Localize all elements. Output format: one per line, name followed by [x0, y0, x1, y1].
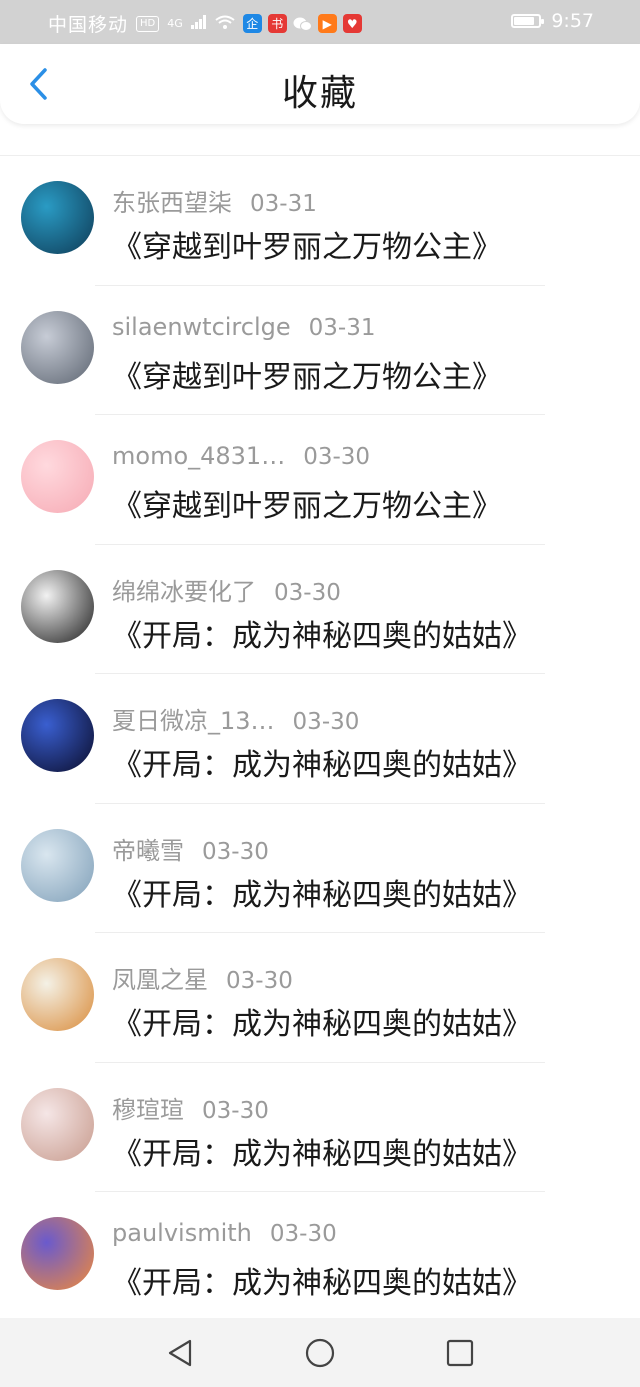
- list-item[interactable]: paulvismith 03-30 《开局：成为神秘四奥的姑姑》: [0, 1192, 640, 1322]
- heart-app-icon: ♥: [342, 14, 362, 33]
- item-meta: 穆瑄瑄 03-30: [112, 1090, 269, 1125]
- network-label: 4G: [167, 17, 183, 30]
- username[interactable]: 帝曦雪: [112, 831, 184, 866]
- status-left: 中国移动 HD 4G 企书 ▶ ♥: [48, 10, 362, 37]
- date: 03-30: [226, 968, 293, 994]
- date: 03-31: [308, 314, 376, 341]
- item-meta: silaenwtcirclge 03-31: [112, 313, 375, 341]
- square-recents-icon: [446, 1339, 474, 1366]
- carrier-label: 中国移动: [48, 14, 129, 36]
- username[interactable]: silaenwtcirclge: [112, 313, 291, 341]
- username[interactable]: 凤凰之星: [112, 960, 208, 995]
- date: 03-30: [274, 579, 341, 606]
- battery-icon: [511, 14, 545, 28]
- signal-icon: [190, 14, 207, 33]
- item-meta: 帝曦雪 03-30: [112, 831, 269, 866]
- username[interactable]: 绵绵冰要化了: [112, 572, 256, 607]
- book-icon: 书: [267, 14, 287, 33]
- date: 03-30: [303, 444, 371, 470]
- avatar[interactable]: [21, 958, 94, 1031]
- book-title[interactable]: 《穿越到叶罗丽之万物公主》: [112, 481, 502, 525]
- list-item[interactable]: 夏日微凉_13… 03-30 《开局：成为神秘四奥的姑姑》: [0, 674, 640, 804]
- item-meta: 夏日微凉_13… 03-30: [112, 701, 359, 736]
- avatar[interactable]: [21, 1087, 94, 1161]
- avatar[interactable]: [21, 181, 94, 254]
- book-title[interactable]: 《开局：成为神秘四奥的姑姑》: [112, 1129, 532, 1173]
- username[interactable]: 夏日微凉_13…: [112, 701, 275, 736]
- date: 03-30: [202, 838, 269, 865]
- system-nav-bar: [0, 1318, 640, 1387]
- video-icon: ▶: [317, 14, 337, 33]
- hd-badge: HD: [136, 15, 160, 32]
- username[interactable]: 东张西望柒: [112, 183, 232, 218]
- notification-app-icons: 企书 ▶ ♥: [242, 14, 362, 33]
- date: 03-31: [250, 191, 317, 217]
- list-item[interactable]: 穆瑄瑄 03-30 《开局：成为神秘四奥的姑姑》: [0, 1063, 640, 1192]
- favorites-list: 东张西望柒 03-31 《穿越到叶罗丽之万物公主》 silaenwtcirclg…: [0, 156, 640, 1322]
- book-title[interactable]: 《开局：成为神秘四奥的姑姑》: [112, 740, 532, 784]
- avatar[interactable]: [21, 699, 94, 772]
- avatar[interactable]: [21, 569, 94, 643]
- book-title[interactable]: 《穿越到叶罗丽之万物公主》: [112, 352, 502, 396]
- status-right: 9:57: [511, 10, 594, 32]
- list-item[interactable]: 凤凰之星 03-30 《开局：成为神秘四奥的姑姑》: [0, 933, 640, 1063]
- book-title[interactable]: 《开局：成为神秘四奥的姑姑》: [112, 1258, 532, 1302]
- item-meta: paulvismith 03-30: [112, 1219, 337, 1247]
- list-item[interactable]: momo_4831… 03-30 《穿越到叶罗丽之万物公主》: [0, 415, 640, 545]
- date: 03-30: [269, 1221, 337, 1247]
- book-title[interactable]: 《开局：成为神秘四奥的姑姑》: [112, 611, 532, 655]
- username[interactable]: paulvismith: [112, 1219, 252, 1247]
- username[interactable]: 穆瑄瑄: [112, 1090, 184, 1125]
- nav-home-button[interactable]: [300, 1333, 340, 1373]
- username[interactable]: momo_4831…: [112, 442, 285, 470]
- triangle-back-icon: [168, 1339, 192, 1366]
- nav-back-button[interactable]: [160, 1333, 200, 1373]
- avatar[interactable]: [21, 440, 94, 513]
- circle-home-icon: [305, 1338, 335, 1367]
- list-item[interactable]: 绵绵冰要化了 03-30 《开局：成为神秘四奥的姑姑》: [0, 545, 640, 674]
- item-meta: 凤凰之星 03-30: [112, 960, 293, 995]
- list-item[interactable]: 东张西望柒 03-31 《穿越到叶罗丽之万物公主》: [0, 156, 640, 286]
- header: 收藏: [0, 44, 640, 124]
- book-title[interactable]: 《开局：成为神秘四奥的姑姑》: [112, 870, 532, 914]
- avatar[interactable]: [21, 310, 94, 384]
- list-item[interactable]: silaenwtcirclge 03-31 《穿越到叶罗丽之万物公主》: [0, 286, 640, 415]
- nav-recents-button[interactable]: [440, 1333, 480, 1373]
- date: 03-30: [292, 709, 360, 735]
- wifi-icon: [215, 14, 235, 33]
- clock: 9:57: [551, 10, 594, 32]
- wechat-icon: [293, 14, 312, 33]
- item-meta: 东张西望柒 03-31: [112, 183, 317, 218]
- page-title: 收藏: [281, 73, 358, 114]
- item-meta: 绵绵冰要化了 03-30: [112, 572, 341, 607]
- qq-icon: 企: [242, 14, 262, 33]
- status-bar: 中国移动 HD 4G 企书 ▶ ♥ 9:57: [0, 0, 640, 44]
- book-title[interactable]: 《开局：成为神秘四奥的姑姑》: [112, 999, 532, 1043]
- avatar[interactable]: [21, 1217, 94, 1290]
- book-title[interactable]: 《穿越到叶罗丽之万物公主》: [112, 222, 502, 266]
- list-item[interactable]: 帝曦雪 03-30 《开局：成为神秘四奥的姑姑》: [0, 804, 640, 933]
- avatar[interactable]: [21, 828, 94, 902]
- date: 03-30: [202, 1097, 269, 1124]
- item-meta: momo_4831… 03-30: [112, 442, 370, 470]
